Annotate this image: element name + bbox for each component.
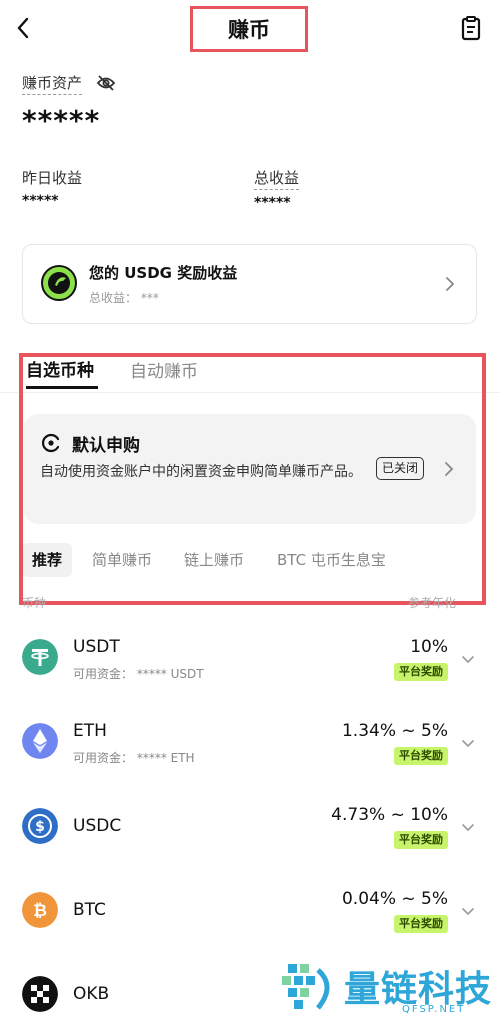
auto-subscribe-icon — [41, 433, 60, 453]
filter-recommended[interactable]: 推荐 — [22, 543, 73, 577]
svg-text:$: $ — [35, 819, 45, 835]
default-subscribe-card[interactable]: 默认申购 自动使用资金账户中的闲置资金申购简单赚币产品。 已关闭 — [24, 414, 476, 524]
eth-icon — [22, 723, 58, 759]
default-subscribe-description: 自动使用资金账户中的闲置资金申购简单赚币产品。 — [40, 464, 362, 480]
hide-eye-icon[interactable] — [96, 74, 116, 92]
chevron-down-icon[interactable] — [461, 823, 475, 833]
usdc-icon: $ — [22, 808, 58, 844]
chevron-down-icon[interactable] — [461, 739, 475, 749]
reward-title: 您的 USDG 奖励收益 — [89, 264, 238, 282]
usdt-icon — [22, 639, 58, 675]
coin-name: USDC — [73, 816, 122, 836]
coin-name: OKB — [73, 984, 110, 1004]
platform-reward-badge: 平台奖励 — [394, 831, 448, 849]
chevron-right-icon — [446, 277, 455, 291]
watermark-logo — [282, 964, 330, 1010]
coin-name: BTC — [73, 900, 106, 920]
coin-row-usdt[interactable]: USDT 可用资金： ***** USDT 10% 平台奖励 — [0, 620, 500, 700]
yesterday-earnings-value: ***** — [22, 193, 59, 209]
yesterday-earnings-label: 昨日收益 — [22, 169, 83, 187]
usdg-logo-icon — [41, 265, 77, 301]
tab-auto-earn[interactable]: 自动赚币 — [130, 357, 198, 382]
back-arrow-icon[interactable] — [12, 14, 36, 42]
subscribe-status-badge: 已关闭 — [376, 457, 425, 480]
tab-active-indicator — [26, 386, 98, 389]
earn-assets-label[interactable]: 赚币资产 — [22, 72, 83, 95]
total-earnings-label[interactable]: 总收益 — [254, 167, 300, 190]
platform-reward-badge: 平台奖励 — [394, 663, 448, 681]
coin-available: 可用资金： ***** USDT — [73, 667, 204, 681]
watermark-url: QFSP.NET — [402, 1004, 466, 1015]
column-header-apr[interactable]: 参考年化 — [408, 594, 456, 611]
filter-btc-earn[interactable]: BTC 屯币生息宝 — [277, 543, 386, 577]
tab-selected-coins[interactable]: 自选币种 — [26, 356, 94, 381]
clipboard-icon[interactable] — [460, 15, 482, 41]
chevron-down-icon[interactable] — [461, 907, 475, 917]
page-title-frame: 赚币 — [190, 6, 308, 52]
top-bar: 赚币 — [0, 0, 500, 58]
platform-reward-badge: 平台奖励 — [394, 915, 448, 933]
tabs-divider — [0, 392, 500, 393]
coin-available: 可用资金： ***** ETH — [73, 751, 195, 765]
platform-reward-badge: 平台奖励 — [394, 747, 448, 765]
filter-simple-earn[interactable]: 简单赚币 — [92, 543, 152, 577]
coin-apr: 1.34% ~ 5% — [341, 721, 448, 741]
column-header-coin: 币种 — [22, 596, 47, 610]
coin-apr: 0.04% ~ 5% — [341, 889, 448, 909]
watermark: 量链科技 QFSP.NET — [278, 958, 500, 1020]
chevron-down-icon[interactable] — [461, 655, 475, 665]
coin-apr: 4.73% ~ 10% — [331, 805, 448, 825]
coin-row-usdc[interactable]: $ USDC 4.73% ~ 10% 平台奖励 — [0, 788, 500, 868]
coin-name: ETH — [73, 721, 107, 741]
coin-name: USDT — [73, 637, 120, 657]
total-earnings-value: ***** — [254, 195, 291, 211]
reward-subtitle: 总收益： *** — [89, 291, 159, 305]
chevron-right-icon — [445, 462, 454, 476]
coin-row-btc[interactable]: ₿ BTC 0.04% ~ 5% 平台奖励 — [0, 872, 500, 952]
page-title: 赚币 — [228, 18, 270, 42]
svg-text:₿: ₿ — [33, 901, 47, 921]
coin-apr: 10% — [410, 637, 448, 657]
usdg-reward-card[interactable]: 您的 USDG 奖励收益 总收益： *** — [22, 244, 477, 324]
btc-icon: ₿ — [22, 892, 58, 928]
default-subscribe-title: 默认申购 — [72, 436, 140, 456]
earn-assets-value: ***** — [22, 104, 101, 137]
okb-icon — [22, 976, 58, 1012]
coin-row-eth[interactable]: ETH 可用资金： ***** ETH 1.34% ~ 5% 平台奖励 — [0, 704, 500, 784]
filter-onchain-earn[interactable]: 链上赚币 — [184, 543, 244, 577]
